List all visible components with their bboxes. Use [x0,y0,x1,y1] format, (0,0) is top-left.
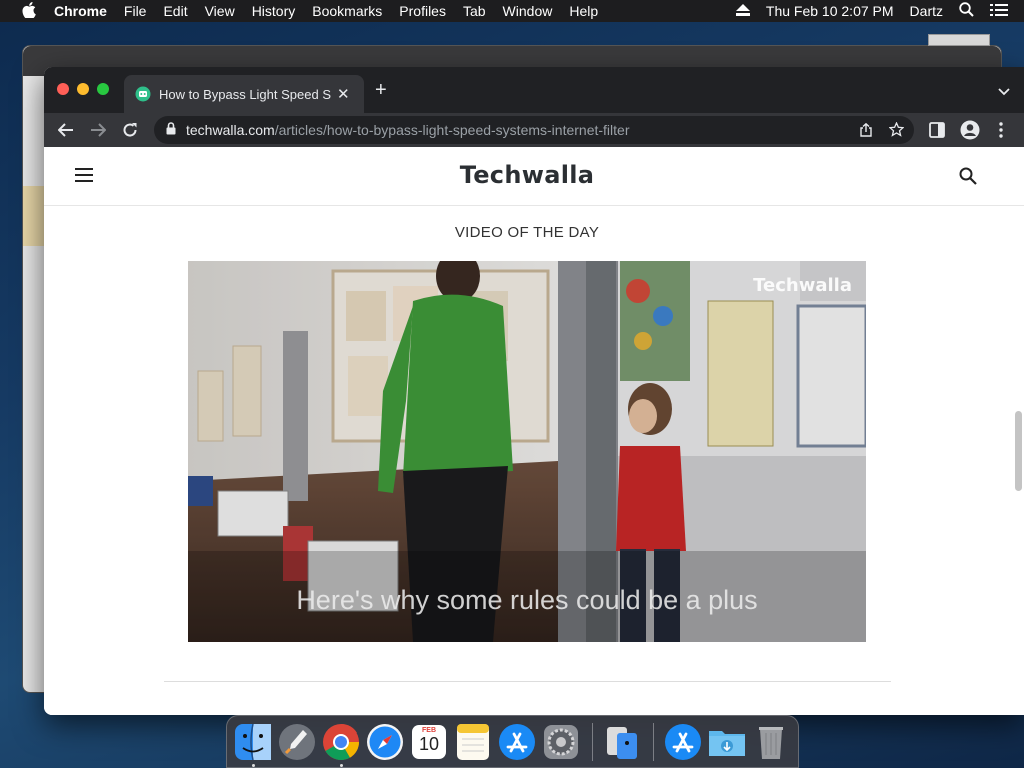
close-tab-icon[interactable]: ✕ [337,85,350,103]
menu-file[interactable]: File [124,3,147,19]
content-divider [164,681,891,682]
launchpad-icon[interactable] [276,721,318,763]
menu-history[interactable]: History [252,3,296,19]
bookmark-star-icon[interactable] [888,121,905,140]
menu-profiles[interactable]: Profiles [399,3,446,19]
tab-search-chevron-icon[interactable] [998,83,1010,101]
video-player[interactable]: Techwalla Here's why some rules could be… [188,261,866,642]
reload-icon[interactable] [122,122,138,143]
browser-toolbar: techwalla.com/articles/how-to-bypass-lig… [44,113,1024,147]
section-heading: VIDEO OF THE DAY [454,224,600,241]
close-window-button[interactable] [57,83,69,95]
notes-icon[interactable] [452,721,494,763]
app-store-icon[interactable] [496,721,538,763]
macos-dock: FEB 10 [226,715,799,768]
menu-chrome[interactable]: Chrome [54,3,107,19]
calendar-day: 10 [418,733,440,754]
site-logo[interactable]: Techwalla [44,161,1010,189]
calendar-month: FEB [422,726,436,734]
side-panel-icon[interactable] [929,122,945,143]
finder-icon[interactable] [232,721,274,767]
url-path: /articles/how-to-bypass-light-speed-syst… [274,122,630,138]
forward-arrow-icon[interactable] [90,122,107,143]
system-preferences-icon[interactable] [540,721,582,763]
trash-icon[interactable] [750,721,792,763]
apple-icon[interactable] [18,1,40,21]
safari-icon[interactable] [364,721,406,763]
menu-tab[interactable]: Tab [463,3,486,19]
zoom-window-button[interactable] [97,83,109,95]
menubar-status-area: Thu Feb 10 2:07 PM Dartz [735,0,1024,22]
app-store-icon[interactable] [662,721,704,763]
menu-window[interactable]: Window [503,3,553,19]
lock-icon[interactable] [166,122,176,138]
dock-separator [653,722,654,761]
page-scrollbar[interactable] [1015,411,1022,491]
spotlight-icon[interactable] [959,2,974,20]
tab-strip: How to Bypass Light Speed Sy ✕ + [44,67,1024,113]
site-search-icon[interactable] [959,167,977,190]
profile-avatar-icon[interactable] [960,120,980,145]
video-watermark: Techwalla [753,275,852,296]
calendar-icon[interactable]: FEB 10 [408,721,450,763]
menubar-clock[interactable]: Thu Feb 10 2:07 PM [766,3,894,19]
dock-separator [592,722,593,761]
tab-title: How to Bypass Light Speed Sy [159,86,331,102]
web-page: Techwalla VIDEO OF THE DAY Techwalla Her… [44,147,1024,715]
techwalla-favicon-icon [135,86,151,102]
more-menu-icon[interactable] [999,122,1003,143]
menu-view[interactable]: View [205,3,235,19]
menu-bookmarks[interactable]: Bookmarks [312,3,382,19]
chrome-icon[interactable] [320,721,362,767]
menubar-user[interactable]: Dartz [910,3,943,19]
downloads-folder-icon[interactable] [706,721,748,763]
desktop-thumbnail [928,34,990,46]
chrome-window: How to Bypass Light Speed Sy ✕ + techwal… [44,67,1024,715]
active-tab[interactable]: How to Bypass Light Speed Sy ✕ [124,75,364,113]
minimize-window-button[interactable] [77,83,89,95]
share-icon[interactable] [860,122,872,140]
menu-edit[interactable]: Edit [163,3,187,19]
control-center-icon[interactable] [990,3,1008,20]
url-host: techwalla.com [186,122,275,138]
eject-icon[interactable] [735,3,750,19]
back-arrow-icon[interactable] [57,122,74,143]
address-bar[interactable]: techwalla.com/articles/how-to-bypass-lig… [154,116,914,144]
site-header: Techwalla [44,147,1024,206]
background-window-edge [23,186,45,246]
migration-assistant-icon[interactable] [601,721,643,763]
video-caption: Here's why some rules could be a plus [296,585,758,615]
macos-menubar: Chrome File Edit View History Bookmarks … [0,0,1024,22]
menu-help[interactable]: Help [569,3,598,19]
new-tab-icon[interactable]: + [375,79,387,102]
